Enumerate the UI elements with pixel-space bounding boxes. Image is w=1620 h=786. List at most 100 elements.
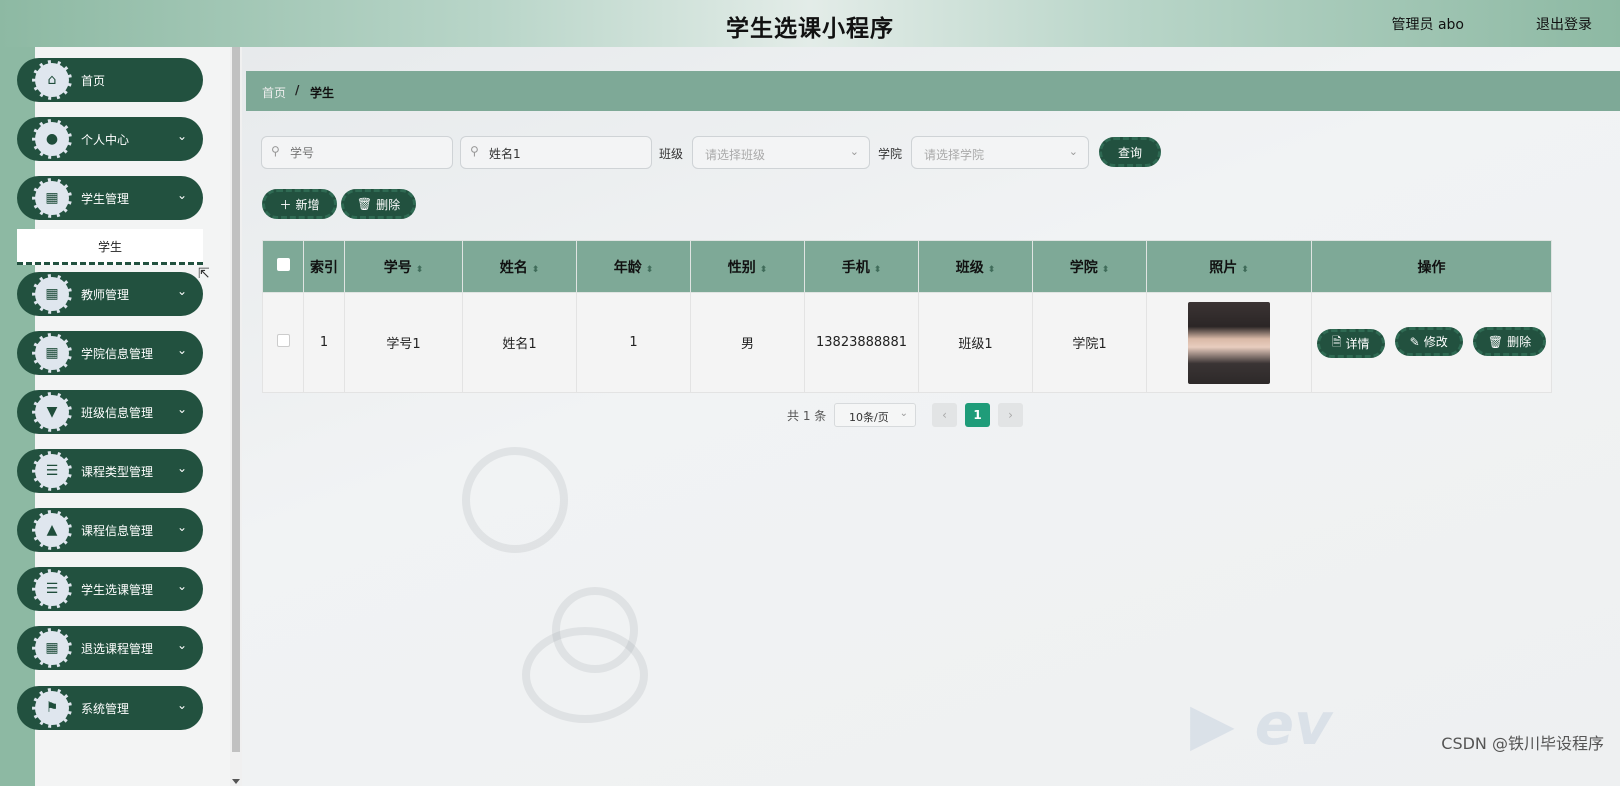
submenu-item-student[interactable]: 学生 [17, 229, 203, 265]
chevron-down-icon: ⌄ [176, 284, 187, 298]
student-no-search[interactable]: ⚲ [261, 136, 453, 169]
batch-delete-button[interactable]: 🗑 删除 [341, 189, 416, 219]
sort-icon[interactable]: ⬍ [532, 265, 540, 275]
app-title: 学生选课小程序 [726, 16, 894, 42]
pin-icon: ▼ [32, 392, 72, 432]
class-label: 班级 [659, 147, 684, 161]
cell-photo [1146, 292, 1312, 393]
col-phone[interactable]: 手机 ⬍ [804, 240, 919, 293]
next-page-button[interactable]: › [998, 403, 1023, 427]
college-label: 学院 [878, 147, 903, 161]
plus-icon: ＋ [279, 197, 292, 212]
grid-icon: ▦ [32, 178, 72, 218]
col-student-no[interactable]: 学号 ⬍ [344, 240, 463, 293]
sidebar-item-0[interactable]: ⌂ 首页 [17, 58, 203, 102]
sort-icon[interactable]: ⬍ [874, 265, 882, 275]
sidebar-item-1[interactable]: ● 个人中心 ⌄ [17, 117, 203, 161]
sidebar-item-10[interactable]: ⚑ 系统管理 ⌄ [17, 686, 203, 730]
col-gender[interactable]: 性别 ⬍ [690, 240, 805, 293]
logout-link[interactable]: 退出登录 [1536, 14, 1592, 34]
page-1-button[interactable]: 1 [965, 403, 990, 427]
delete-button-label: 删除 [376, 197, 401, 212]
cell-age: 1 [576, 292, 691, 393]
home-icon: ⌂ [32, 60, 72, 100]
chevron-down-icon: ⌄ [176, 343, 187, 357]
col-class[interactable]: 班级 ⬍ [918, 240, 1033, 293]
sidebar-item-4[interactable]: ▦ 学院信息管理 ⌄ [17, 331, 203, 375]
prev-page-button[interactable]: ‹ [932, 403, 957, 427]
detail-button[interactable]: 🗎 详情 [1316, 328, 1385, 358]
sidebar-item-2[interactable]: ▦ 学生管理 ⌄ [17, 176, 203, 220]
col-college[interactable]: 学院 ⬍ [1032, 240, 1147, 293]
top-header: 学生选课小程序 管理员 abo 退出登录 [0, 0, 1620, 47]
name-search[interactable]: ⚲ [460, 136, 652, 169]
sidebar-item-label: 系统管理 [81, 702, 130, 716]
page-size-select[interactable]: 10条/页 ⌄ [834, 403, 916, 427]
sidebar-item-9[interactable]: ▦ 退选课程管理 ⌄ [17, 626, 203, 670]
student-table: 索引 学号 ⬍ 姓名 ⬍ 年龄 ⬍ 性别 ⬍ 手机 ⬍ 班级 ⬍ 学院 ⬍ 照片 ⬍ 操作 1 … [262, 240, 1552, 393]
sidebar-item-label: 课程信息管理 [81, 524, 154, 538]
flag-icon: ⚑ [32, 688, 72, 728]
college-select[interactable]: 请选择学院 ⌄ [911, 136, 1089, 169]
sidebar-item-7[interactable]: ▲ 课程信息管理 ⌄ [17, 508, 203, 552]
row-select-cell[interactable] [262, 292, 304, 393]
sidebar-scrollbar[interactable] [230, 47, 242, 786]
sort-icon[interactable]: ⬍ [760, 265, 768, 275]
sidebar-item-label: 班级信息管理 [81, 406, 154, 420]
row-delete-button[interactable]: 🗑 删除 [1472, 327, 1547, 357]
chevron-down-icon: ⌄ [176, 579, 187, 593]
chevron-down-icon: ⌄ [176, 129, 187, 143]
sidebar-item-3[interactable]: ▦ 教师管理 ⌄ [17, 272, 203, 316]
breadcrumb-home[interactable]: 首页 [262, 84, 286, 101]
sort-icon[interactable]: ⬍ [1241, 265, 1249, 275]
chevron-down-icon: ⌄ [899, 408, 908, 419]
edit-button[interactable]: ✎ 修改 [1394, 327, 1463, 357]
chevron-down-icon: ⌄ [176, 188, 187, 202]
sidebar-item-label: 学生管理 [81, 192, 130, 206]
chevron-down-icon: ⌄ [176, 520, 187, 534]
col-photo[interactable]: 照片 ⬍ [1146, 240, 1312, 293]
student-no-input[interactable] [288, 145, 442, 161]
sort-icon[interactable]: ⬍ [416, 265, 424, 275]
student-photo[interactable] [1188, 301, 1270, 384]
user-icon: ● [32, 119, 72, 159]
scrollbar-thumb[interactable] [232, 47, 240, 752]
cell-phone: 13823888881 [804, 292, 919, 393]
chevron-right-icon: › [1008, 408, 1013, 422]
sort-icon[interactable]: ⬍ [1102, 265, 1110, 275]
select-all-checkbox[interactable] [276, 258, 290, 271]
query-button[interactable]: 查询 [1099, 137, 1161, 167]
row-checkbox[interactable] [276, 334, 290, 347]
select-all-cell[interactable] [262, 240, 304, 293]
cell-class: 班级1 [918, 292, 1033, 393]
submenu-item-label: 学生 [97, 240, 122, 254]
sort-icon[interactable]: ⬍ [988, 265, 996, 275]
sidebar-item-6[interactable]: ☰ 课程类型管理 ⌄ [17, 449, 203, 493]
add-button[interactable]: ＋ 新增 [262, 189, 337, 219]
search-icon: ⚲ [470, 144, 479, 158]
page-size-value: 10条/页 [849, 411, 889, 424]
sidebar-item-label: 个人中心 [81, 133, 130, 147]
cell-name: 姓名1 [462, 292, 577, 393]
class-select[interactable]: 请选择班级 ⌄ [692, 136, 870, 169]
sidebar-item-label: 教师管理 [81, 288, 130, 302]
background-decoration [462, 447, 568, 553]
scroll-down-arrow-icon[interactable] [232, 779, 240, 784]
col-age[interactable]: 年龄 ⬍ [576, 240, 691, 293]
col-actions: 操作 [1311, 240, 1552, 293]
search-icon: ⚲ [271, 144, 280, 158]
sidebar-item-label: 学院信息管理 [81, 347, 154, 361]
sidebar-item-label: 学生选课管理 [81, 583, 154, 597]
sidebar-item-5[interactable]: ▼ 班级信息管理 ⌄ [17, 390, 203, 434]
breadcrumb-current: 学生 [310, 86, 335, 100]
list-icon: ☰ [32, 569, 72, 609]
trash-icon: 🗑 [1487, 334, 1504, 349]
current-user: 管理员 abo [1391, 17, 1464, 33]
col-index: 索引 [303, 240, 345, 293]
sort-icon[interactable]: ⬍ [646, 265, 654, 275]
col-name[interactable]: 姓名 ⬍ [462, 240, 577, 293]
table-row: 1 学号1 姓名1 1 男 13823888881 班级1 学院1 🗎 详情 ✎ 修… [262, 292, 1552, 393]
sidebar-item-8[interactable]: ☰ 学生选课管理 ⌄ [17, 567, 203, 611]
mouse-cursor-icon: ⇱ [198, 266, 210, 282]
name-input[interactable] [487, 145, 641, 161]
